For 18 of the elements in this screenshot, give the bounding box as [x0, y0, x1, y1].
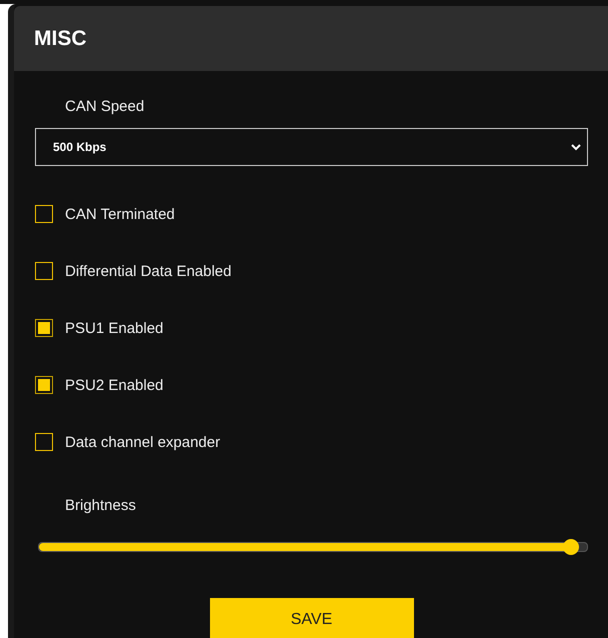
- chevron-down-icon: [571, 144, 581, 150]
- panel-title: MISC: [34, 26, 86, 50]
- checkbox-label: Differential Data Enabled: [65, 262, 232, 280]
- field-label: CAN Speed: [65, 98, 146, 116]
- can-speed-select[interactable]: 500 Kbps: [35, 128, 588, 166]
- save-button[interactable]: SAVE: [210, 598, 414, 638]
- checkbox[interactable]: [35, 205, 53, 223]
- checkbox[interactable]: [35, 376, 53, 394]
- checkbox-label: Data channel expander: [65, 434, 220, 450]
- checkbox-label: PSU1 Enabled: [65, 320, 164, 336]
- checkbox[interactable]: [35, 433, 53, 451]
- checkbox[interactable]: [35, 319, 53, 337]
- checkbox[interactable]: [35, 262, 53, 280]
- checkbox-label: CAN Terminated: [65, 206, 175, 222]
- checkbox-label: PSU2 Enabled: [65, 376, 164, 394]
- slider-label: Brightness: [65, 497, 137, 515]
- slider-thumb[interactable]: [562, 539, 579, 555]
- brightness-slider[interactable]: [38, 542, 588, 552]
